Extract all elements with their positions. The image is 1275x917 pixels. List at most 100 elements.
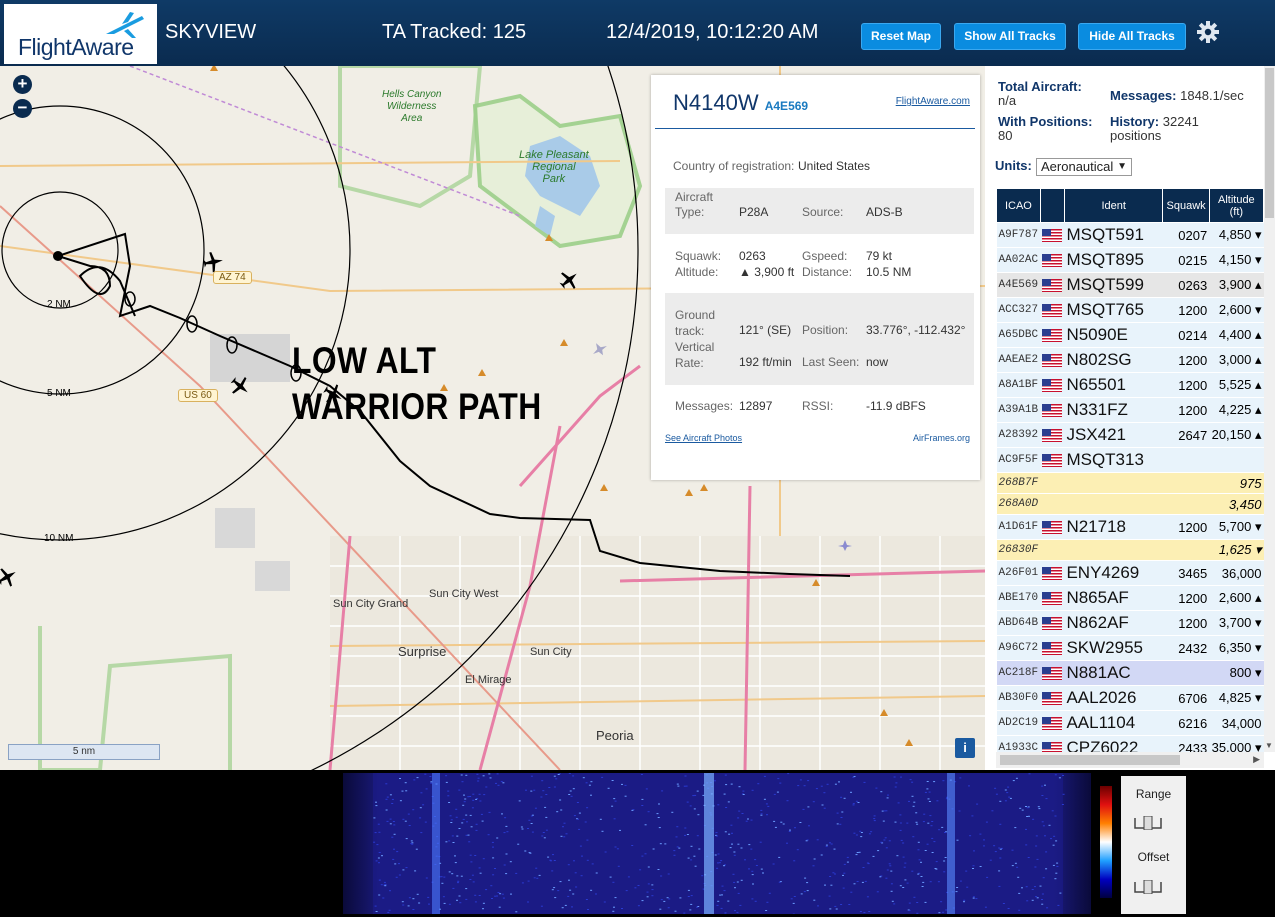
row-ident: N865AF (1064, 585, 1163, 611)
row-flag (1040, 560, 1065, 586)
top-header: FlightAware SKYVIEW TA Tracked: 125 12/4… (0, 0, 1275, 66)
row-altitude: 3,000 ▴ (1209, 347, 1264, 373)
scroll-down-icon[interactable]: ▼ (1265, 741, 1273, 750)
table-row[interactable]: A28392 JSX421 2647 20,150 ▴ (996, 422, 1264, 448)
show-all-tracks-button[interactable]: Show All Tracks (954, 23, 1066, 50)
table-row[interactable]: 268B7F 975 (996, 472, 1264, 494)
col-ident[interactable]: Ident (1063, 188, 1164, 223)
row-icao: A8A1BF (996, 372, 1041, 398)
us-flag-icon (1042, 566, 1063, 580)
us-flag-icon (1042, 378, 1063, 392)
map-view[interactable]: + − LOW ALT WARRIOR PATH 2 NM 5 NM 10 NM… (0, 66, 985, 770)
row-squawk (1162, 493, 1210, 515)
units-select[interactable]: Aeronautical ▼ (1036, 158, 1132, 176)
us-flag-icon (1042, 253, 1063, 267)
us-flag-icon (1042, 303, 1063, 317)
row-squawk: 0214 (1162, 322, 1210, 348)
table-row[interactable]: A39A1B N331FZ 1200 4,225 ▴ (996, 397, 1264, 423)
lastseen-label: Last Seen: (802, 355, 860, 369)
flightaware-logo[interactable]: FlightAware (4, 4, 157, 64)
ring-label-10nm: 10 NM (44, 533, 74, 544)
table-row[interactable]: 26830F 1,625 ▾ (996, 539, 1264, 561)
row-icao: A26F01 (996, 560, 1041, 586)
hide-all-tracks-button[interactable]: Hide All Tracks (1078, 23, 1186, 50)
table-row[interactable]: ABD64B N862AF 1200 3,700 ▾ (996, 610, 1264, 636)
table-row[interactable]: ACC327 MSQT765 1200 2,600 ▾ (996, 297, 1264, 323)
table-row[interactable]: AD2C19 AAL1104 6216 34,000 (996, 710, 1264, 736)
offset-label: Offset (1137, 850, 1170, 864)
table-row[interactable]: AC218F N881AC 800 ▾ (996, 660, 1264, 686)
table-row[interactable]: A26F01 ENY4269 3465 36,000 (996, 560, 1264, 586)
row-ident: N802SG (1064, 347, 1163, 373)
table-row[interactable]: A9F787 MSQT591 0207 4,850 ▾ (996, 222, 1264, 248)
scroll-right-icon[interactable]: ▶ (1253, 754, 1260, 765)
row-squawk: 1200 (1162, 514, 1210, 540)
offset-slider[interactable] (1133, 880, 1163, 894)
row-flag (1040, 447, 1065, 473)
row-squawk: 0263 (1162, 272, 1210, 298)
row-altitude: 5,700 ▾ (1209, 514, 1264, 540)
gear-icon[interactable] (1196, 20, 1220, 44)
zoom-in-button[interactable]: + (13, 75, 32, 94)
gspeed-value: 79 kt (866, 249, 893, 263)
row-ident (1064, 493, 1163, 515)
annotation-line-1: LOW ALT (292, 340, 437, 381)
table-row[interactable]: AB30F0 AAL2026 6706 4,825 ▾ (996, 685, 1264, 711)
table-row[interactable]: AAEAE2 N802SG 1200 3,000 ▴ (996, 347, 1264, 373)
table-row[interactable]: 268A0D 3,450 (996, 493, 1264, 515)
flightaware-link[interactable]: FlightAware.com (896, 96, 970, 107)
row-flag (1040, 422, 1065, 448)
airframes-link[interactable]: AirFrames.org (913, 433, 970, 443)
squawk-label: Squawk: (675, 249, 722, 263)
row-ident: SKW2955 (1064, 635, 1163, 661)
row-altitude: 3,700 ▾ (1209, 610, 1264, 636)
row-flag (1040, 493, 1065, 515)
hscroll-thumb[interactable] (1000, 755, 1180, 765)
table-row[interactable]: AA02AC MSQT895 0215 4,150 ▾ (996, 247, 1264, 273)
annotation-line-2: WARRIOR PATH (292, 386, 542, 427)
col-icao[interactable]: ICAO (996, 188, 1041, 223)
table-vertical-scrollbar[interactable]: ▼ (1264, 66, 1275, 752)
us-flag-icon (1042, 666, 1063, 680)
table-horizontal-scrollbar[interactable]: ▶ (996, 752, 1264, 768)
popup-squawk-row: Squawk: 0263 Gspeed: 79 kt Altitude: ▲ 3… (665, 247, 974, 287)
row-ident: MSQT765 (1064, 297, 1163, 323)
aircraft-photos-link[interactable]: See Aircraft Photos (665, 433, 742, 443)
zoom-out-button[interactable]: − (13, 99, 32, 118)
table-row[interactable]: AC9F5F MSQT313 (996, 447, 1264, 473)
track-label: Ground track: (675, 308, 716, 338)
row-squawk: 0215 (1162, 247, 1210, 273)
row-icao: ABD64B (996, 610, 1041, 636)
shield-az74: AZ 74 (213, 271, 252, 284)
row-flag (1040, 514, 1065, 540)
row-squawk: 1200 (1162, 297, 1210, 323)
us-flag-icon (1042, 403, 1063, 417)
distance-value: 10.5 NM (866, 265, 912, 279)
col-altitude[interactable]: Altitude (ft) (1208, 188, 1265, 223)
track-value: 121° (SE) (739, 323, 792, 337)
reset-map-button[interactable]: Reset Map (861, 23, 941, 50)
row-altitude: 34,000 (1209, 710, 1264, 736)
table-row[interactable]: ABE170 N865AF 1200 2,600 ▴ (996, 585, 1264, 611)
tracked-count: TA Tracked: 125 (382, 21, 527, 43)
vscroll-thumb[interactable] (1265, 68, 1274, 218)
park-hells-canyon: Hells Canyon Wilderness Area (382, 89, 442, 124)
range-slider[interactable] (1133, 816, 1163, 830)
row-squawk (1162, 660, 1210, 686)
table-row[interactable]: A4E569 MSQT599 0263 3,900 ▴ (996, 272, 1264, 298)
ring-label-2nm: 2 NM (47, 299, 71, 310)
row-icao: 268B7F (996, 472, 1041, 494)
table-row[interactable]: A96C72 SKW2955 2432 6,350 ▾ (996, 635, 1264, 661)
col-flag[interactable] (1039, 188, 1065, 223)
col-squawk[interactable]: Squawk (1162, 188, 1210, 223)
row-icao: A96C72 (996, 635, 1041, 661)
vrate-value: 192 ft/min (739, 355, 792, 369)
row-flag (1040, 272, 1065, 298)
map-info-button[interactable]: i (955, 738, 975, 758)
table-row[interactable]: A1D61F N21718 1200 5,700 ▾ (996, 514, 1264, 540)
popup-type-row: Aircraft Type: P28A Source: ADS-B (665, 188, 974, 234)
table-row[interactable]: A8A1BF N65501 1200 5,525 ▴ (996, 372, 1264, 398)
row-altitude: 800 ▾ (1209, 660, 1264, 686)
table-row[interactable]: A65DBC N5090E 0214 4,400 ▴ (996, 322, 1264, 348)
source-label: Source: (802, 205, 844, 219)
